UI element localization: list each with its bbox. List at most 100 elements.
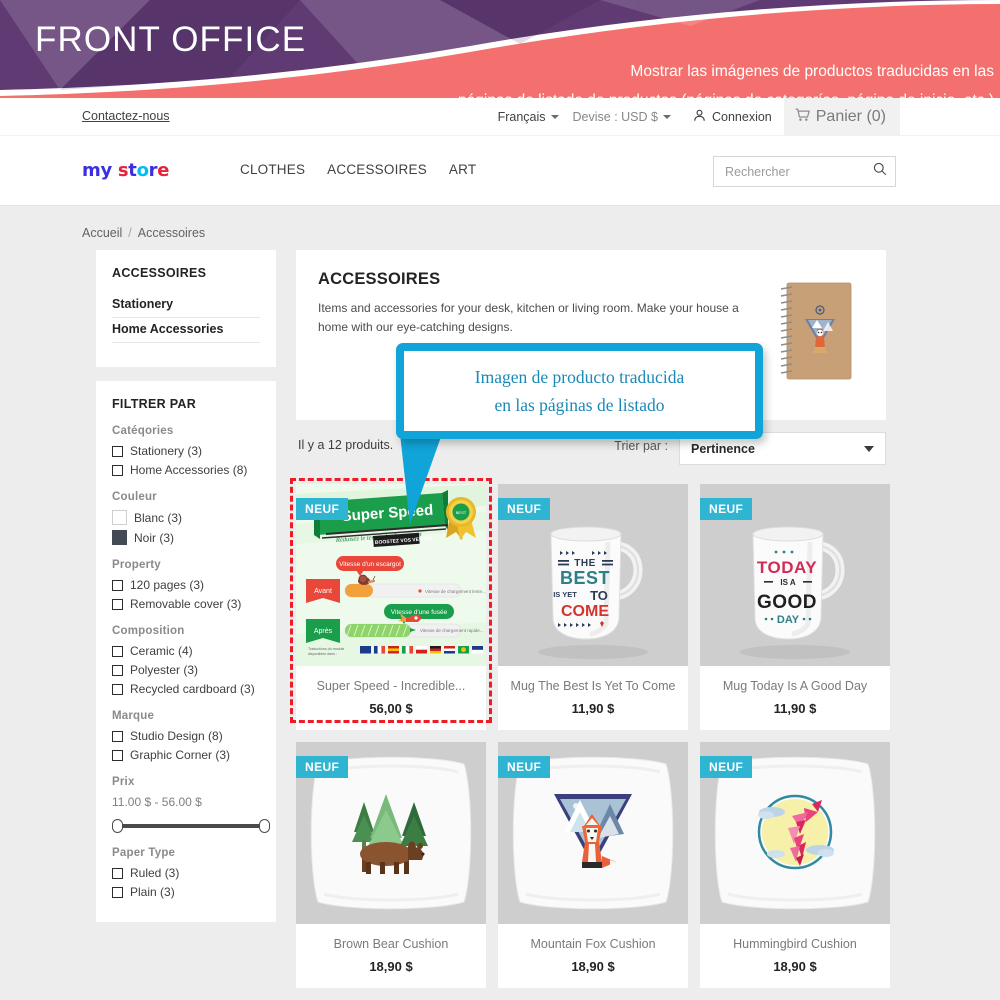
- filter-option[interactable]: Noir (3): [112, 530, 260, 545]
- mug-text-to: TO: [590, 588, 608, 603]
- cart-button[interactable]: Panier (0): [783, 98, 900, 136]
- filter-option[interactable]: Home Accessories (8): [112, 463, 260, 477]
- product-name[interactable]: Mug The Best Is Yet To Come: [506, 679, 680, 693]
- filter-option[interactable]: Ceramic (4): [112, 644, 260, 658]
- slider-handle-max[interactable]: [259, 819, 270, 833]
- filter-option[interactable]: 120 pages (3): [112, 578, 260, 592]
- language-selector[interactable]: Français: [498, 110, 559, 124]
- filter-group-prix: Prix 11.00 $ - 56.00 $: [112, 776, 270, 833]
- filter-option[interactable]: Removable cover (3): [112, 597, 260, 611]
- product-card[interactable]: NEUF Brown Bear Cushion 18,90 $: [296, 742, 486, 988]
- product-badge: NEUF: [296, 756, 349, 778]
- price-range-label: 11.00 $ - 56.00 $: [112, 795, 202, 809]
- nav-item-accessoires[interactable]: ACCESSOIRES: [327, 162, 427, 177]
- product-image[interactable]: NEUF: [296, 742, 486, 924]
- checkbox-icon[interactable]: [112, 683, 123, 695]
- product-card[interactable]: NEUF Mountain Fox Cushion 18,90 $: [498, 742, 688, 988]
- product-grid: Super Speed Réduisez le temps de chargem…: [290, 478, 890, 1000]
- product-image[interactable]: NEUF: [498, 742, 688, 924]
- sidebar-item-home-accessories[interactable]: Home Accessories: [112, 318, 260, 343]
- filter-option[interactable]: Studio Design (8): [112, 729, 260, 743]
- login-label: Connexion: [711, 110, 772, 124]
- utility-bar: Contactez-nous Français Devise : USD $ C…: [0, 98, 1000, 136]
- filter-option-label: Plain (3): [130, 885, 175, 899]
- filter-option[interactable]: Stationery (3): [112, 444, 260, 458]
- svg-text:Vitesse d'un escargot: Vitesse d'un escargot: [339, 561, 401, 568]
- filter-panel: FILTRER PAR Catéqories Stationery (3) Ho…: [96, 381, 276, 922]
- color-swatch-blanc[interactable]: [112, 510, 127, 525]
- logo-t: t: [128, 160, 137, 181]
- product-name[interactable]: Brown Bear Cushion: [304, 937, 478, 951]
- mug-text-day: DAY: [777, 614, 800, 626]
- product-card[interactable]: NEUF Hummingbird Cushion 18,90 $: [700, 742, 890, 988]
- nav-item-clothes[interactable]: CLOTHES: [240, 162, 305, 177]
- checkbox-icon[interactable]: [112, 886, 123, 898]
- currency-selector[interactable]: Devise : USD $: [573, 110, 671, 124]
- checkbox-icon[interactable]: [112, 749, 123, 761]
- filter-panel-title: FILTRER PAR: [112, 397, 197, 411]
- nav-item-art[interactable]: ART: [449, 162, 476, 177]
- checkbox-icon[interactable]: [112, 867, 123, 879]
- product-card[interactable]: THE BEST IS YET TO COME NEUF Mug The Bes…: [498, 484, 688, 730]
- product-image[interactable]: THE BEST IS YET TO COME NEUF: [498, 484, 688, 666]
- filter-group-composition: Composition Ceramic (4) Polyester (3) Re…: [112, 625, 260, 696]
- product-name[interactable]: Super Speed - Incredible...: [304, 679, 478, 693]
- callout-pointer-tail: [400, 434, 442, 524]
- login-link[interactable]: Connexion: [693, 109, 772, 125]
- product-name[interactable]: Mountain Fox Cushion: [506, 937, 680, 951]
- filter-option-label: Studio Design (8): [130, 729, 223, 743]
- product-card[interactable]: TODAY IS A GOOD DAY NEUF Mug Today Is A …: [700, 484, 890, 730]
- filter-group-property: Property 120 pages (3) Removable cover (…: [112, 559, 260, 611]
- product-price: 18,90 $: [369, 959, 413, 974]
- checkbox-icon[interactable]: [112, 730, 123, 742]
- filter-group-title: Marque: [112, 710, 155, 722]
- callout-bubble: Imagen de producto traducida en las pági…: [396, 343, 763, 439]
- product-image[interactable]: NEUF: [700, 742, 890, 924]
- filter-group-title: Property: [112, 559, 161, 571]
- checkbox-icon[interactable]: [112, 445, 123, 457]
- sidebar-item-stationery[interactable]: Stationery: [112, 293, 260, 318]
- product-name[interactable]: Hummingbird Cushion: [708, 937, 882, 951]
- category-thumbnail-notebook: [779, 281, 853, 381]
- mug-text-isa: IS A: [780, 578, 795, 587]
- logo-r: r: [148, 160, 158, 181]
- filter-option-label: Ruled (3): [130, 866, 180, 880]
- site-logo[interactable]: my store: [82, 160, 169, 181]
- filter-option[interactable]: Blanc (3): [112, 510, 260, 525]
- checkbox-icon[interactable]: [112, 598, 123, 610]
- product-badge: NEUF: [700, 756, 753, 778]
- breadcrumb-home[interactable]: Accueil: [82, 226, 122, 240]
- color-swatch-noir[interactable]: [112, 530, 127, 545]
- filter-option-label: Stationery (3): [130, 444, 203, 458]
- logo-my: my: [82, 160, 112, 181]
- search-icon[interactable]: [873, 162, 887, 181]
- filter-option[interactable]: Plain (3): [112, 885, 260, 899]
- product-image[interactable]: TODAY IS A GOOD DAY NEUF: [700, 484, 890, 666]
- filter-option[interactable]: Ruled (3): [112, 866, 260, 880]
- checkbox-icon[interactable]: [112, 464, 123, 476]
- search-input[interactable]: Rechercher: [713, 156, 896, 187]
- sidebar: ACCESSOIRES Stationery Home Accessories …: [96, 250, 276, 936]
- contact-link[interactable]: Contactez-nous: [82, 109, 170, 123]
- banner-subtitle-line1: Mostrar las imágenes de productos traduc…: [630, 63, 994, 80]
- product-name[interactable]: Mug Today Is A Good Day: [708, 679, 882, 693]
- storefront: Contactez-nous Français Devise : USD $ C…: [0, 98, 1000, 1000]
- product-badge: NEUF: [498, 756, 551, 778]
- slider-handle-min[interactable]: [112, 819, 123, 833]
- checkbox-icon[interactable]: [112, 645, 123, 657]
- filter-group-categories: Catéqories Stationery (3) Home Accessori…: [112, 425, 260, 477]
- filter-option[interactable]: Polyester (3): [112, 663, 260, 677]
- svg-text:Vitesse d'une fusée: Vitesse d'une fusée: [391, 609, 448, 616]
- filter-option[interactable]: Graphic Corner (3): [112, 748, 260, 762]
- filter-option-label: Ceramic (4): [130, 644, 193, 658]
- mug-text-good: GOOD: [757, 592, 817, 613]
- chevron-down-icon: [864, 445, 874, 452]
- filter-option[interactable]: Recycled cardboard (3): [112, 682, 260, 696]
- price-range-slider[interactable]: [112, 819, 270, 833]
- breadcrumb-separator: /: [128, 226, 132, 240]
- callout-line1: Imagen de producto traducida: [474, 367, 685, 387]
- mug-text-isyet: IS YET: [553, 590, 577, 599]
- checkbox-icon[interactable]: [112, 664, 123, 676]
- product-price: 11,90 $: [773, 701, 817, 716]
- checkbox-icon[interactable]: [112, 579, 123, 591]
